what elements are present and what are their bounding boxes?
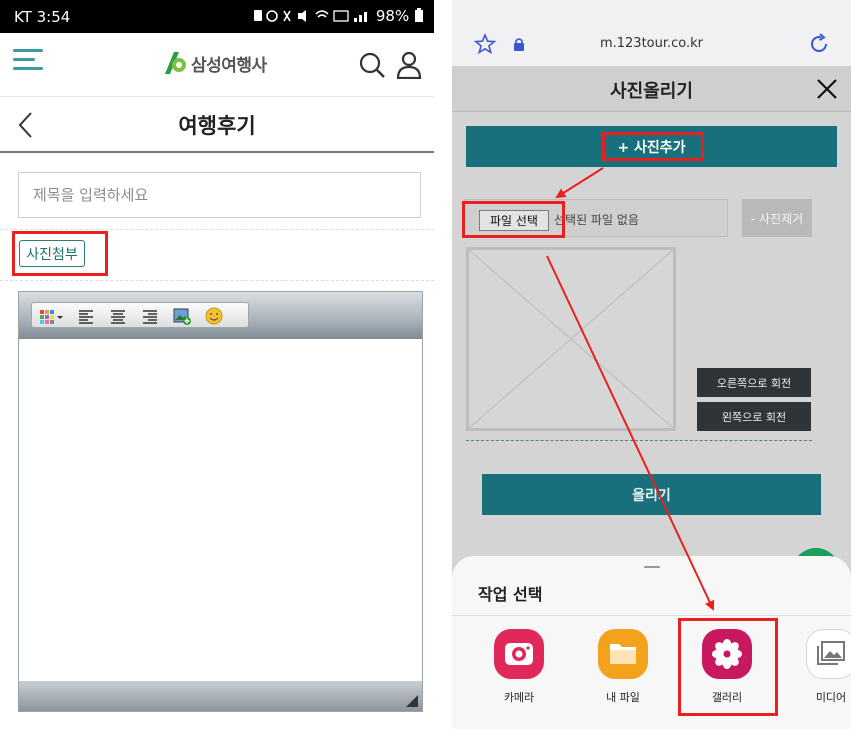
upload-modal-header: 사진올리기 xyxy=(452,66,851,112)
status-icons xyxy=(252,8,378,27)
align-center-icon[interactable] xyxy=(108,306,128,326)
image-stack-icon xyxy=(806,629,851,679)
folder-icon xyxy=(598,629,648,679)
upload-button[interactable]: 올리기 xyxy=(482,474,821,515)
gallery-highlight-box xyxy=(678,618,778,716)
logo-mark-icon xyxy=(165,52,186,74)
page-header: 여행후기 xyxy=(0,97,434,153)
rotate-left-button[interactable]: 왼쪽으로 회전 xyxy=(697,402,811,431)
url-text[interactable]: m.123tour.co.kr xyxy=(452,36,851,51)
camera-icon xyxy=(494,629,544,679)
remove-photo-button[interactable]: - 사진제거 xyxy=(742,199,812,237)
site-header: 삼성여행사 xyxy=(0,33,434,97)
battery-percent: 98% xyxy=(375,7,410,25)
resize-handle-icon[interactable] xyxy=(406,695,418,707)
align-right-icon[interactable] xyxy=(140,306,160,326)
modal-title: 사진올리기 xyxy=(610,81,693,102)
file-button-highlight-box xyxy=(462,201,565,238)
empty-image-placeholder-icon xyxy=(468,249,674,429)
attach-photo-button[interactable]: 사진첨부 xyxy=(19,240,85,267)
review-title-input[interactable] xyxy=(18,172,421,218)
form-divider xyxy=(0,229,434,230)
add-photo-highlight-box xyxy=(602,132,704,161)
emoticon-icon[interactable] xyxy=(204,306,224,326)
color-grid-icon[interactable] xyxy=(38,306,64,326)
battery-indicator: 98% xyxy=(376,7,424,25)
browser-address-bar: m.123tour.co.kr xyxy=(452,0,851,66)
screenshot-root: KT 3:54 98% 삼성여행사 여행후기 제목을 입력하세요 사진첨부 m.… xyxy=(0,0,851,729)
app-label: 미디어 xyxy=(815,691,847,704)
rotate-right-button[interactable]: 오른쪽으로 회전 xyxy=(697,368,811,397)
page-title: 여행후기 xyxy=(178,114,256,138)
status-bar: KT 3:54 98% xyxy=(0,0,434,33)
battery-icon xyxy=(415,8,423,22)
rich-text-editor xyxy=(18,291,423,712)
close-icon[interactable] xyxy=(816,78,838,100)
action-chooser-sheet: 작업 선택 카메라 내 파일 갤러리 미디어 xyxy=(452,556,851,729)
sheet-divider xyxy=(452,615,851,616)
sheet-title: 작업 선택 xyxy=(478,585,543,604)
align-left-icon[interactable] xyxy=(76,306,96,326)
app-label: 카메라 xyxy=(503,691,535,704)
editor-toolbar xyxy=(19,292,422,339)
sheet-grabber[interactable] xyxy=(644,566,660,568)
editor-footer xyxy=(19,681,422,711)
editor-text-area[interactable] xyxy=(19,339,422,681)
insert-image-icon[interactable] xyxy=(172,306,192,326)
app-option-camera[interactable]: 카메라 xyxy=(479,626,559,706)
app-label: 내 파일 xyxy=(606,691,640,704)
site-logo[interactable]: 삼성여행사 xyxy=(162,48,267,78)
app-option-my-files[interactable]: 내 파일 xyxy=(583,626,663,706)
menu-hamburger-icon[interactable] xyxy=(13,47,43,73)
image-preview-placeholder xyxy=(466,247,676,431)
app-option-media[interactable]: 미디어 xyxy=(791,626,851,706)
status-time: KT 3:54 xyxy=(14,8,71,26)
editor-tool-group xyxy=(31,302,249,328)
left-phone-screen: KT 3:54 98% 삼성여행사 여행후기 제목을 입력하세요 사진첨부 xyxy=(0,0,434,729)
form-divider xyxy=(0,280,434,281)
logo-text: 삼성여행사 xyxy=(191,55,267,76)
screen-divider xyxy=(434,0,452,729)
right-phone-screen: m.123tour.co.kr 사진올리기 + 사진추가 파일 선택 선택된 파… xyxy=(452,0,851,729)
user-icon[interactable] xyxy=(396,51,422,79)
no-file-selected-text: 선택된 파일 없음 xyxy=(554,213,639,227)
preview-divider xyxy=(466,440,812,441)
status-indicator-icons xyxy=(254,10,367,22)
search-icon[interactable] xyxy=(358,51,386,79)
reload-icon[interactable] xyxy=(808,33,830,55)
